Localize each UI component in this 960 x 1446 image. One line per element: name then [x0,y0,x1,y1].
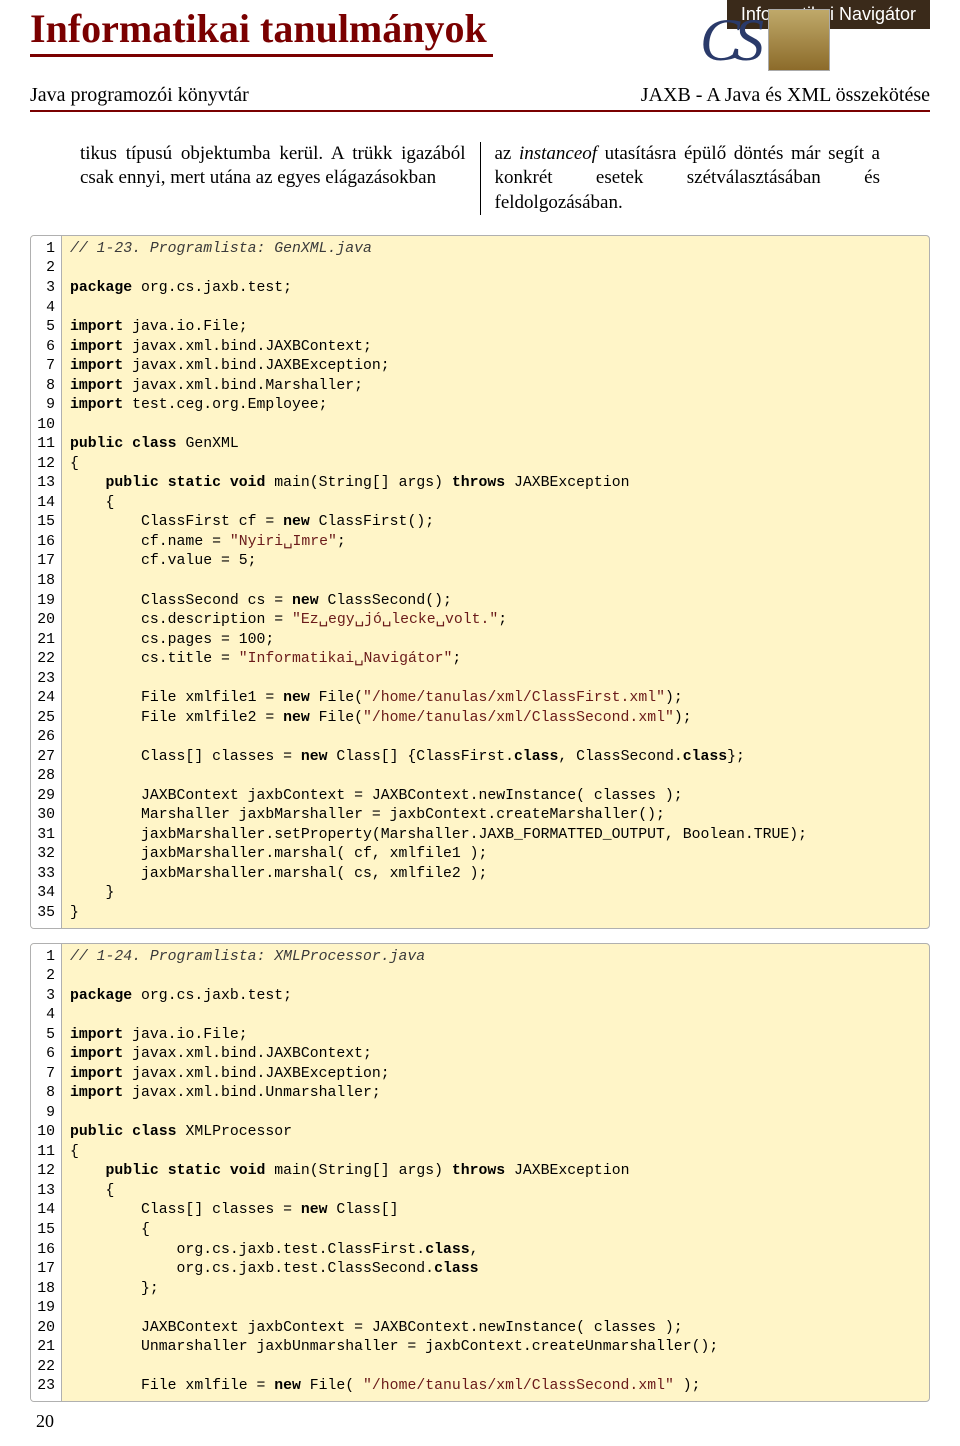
page-header: Informatikai tanulmányok Informatikai Na… [30,0,930,112]
logo-text-cs: CS [700,10,758,70]
header-title: Informatikai tanulmányok [30,5,493,57]
column-right: az instanceof utasításra épülő döntés má… [481,142,891,215]
code-content: // 1-24. Programlista: XMLProcessor.java… [62,944,929,1401]
line-numbers: 1234567891011121314151617181920212223242… [31,236,62,928]
paragraph-fragment-left: tikus típusú objektumba kerül. A trükk i… [80,142,466,191]
header-logo: CS [630,5,830,75]
code-content: // 1-23. Programlista: GenXML.java packa… [62,236,929,928]
page: Informatikai tanulmányok Informatikai Na… [0,0,960,1446]
code-listing-2: 1234567891011121314151617181920212223 //… [30,943,930,1402]
page-number: 20 [36,1411,54,1432]
logo-compass-icon [768,9,830,71]
header-subrow: Java programozói könyvtár JAXB - A Java … [30,80,930,109]
header-right-section: JAXB - A Java és XML összekötése [641,84,930,107]
line-numbers: 1234567891011121314151617181920212223 [31,944,62,1401]
paragraph-fragment-right: az instanceof utasításra épülő döntés má… [495,142,881,215]
body-two-columns: tikus típusú objektumba kerül. A trükk i… [70,142,890,215]
header-left-section: Java programozói könyvtár [30,84,249,107]
column-left: tikus típusú objektumba kerül. A trükk i… [70,142,481,215]
code-listing-1: 1234567891011121314151617181920212223242… [30,235,930,929]
